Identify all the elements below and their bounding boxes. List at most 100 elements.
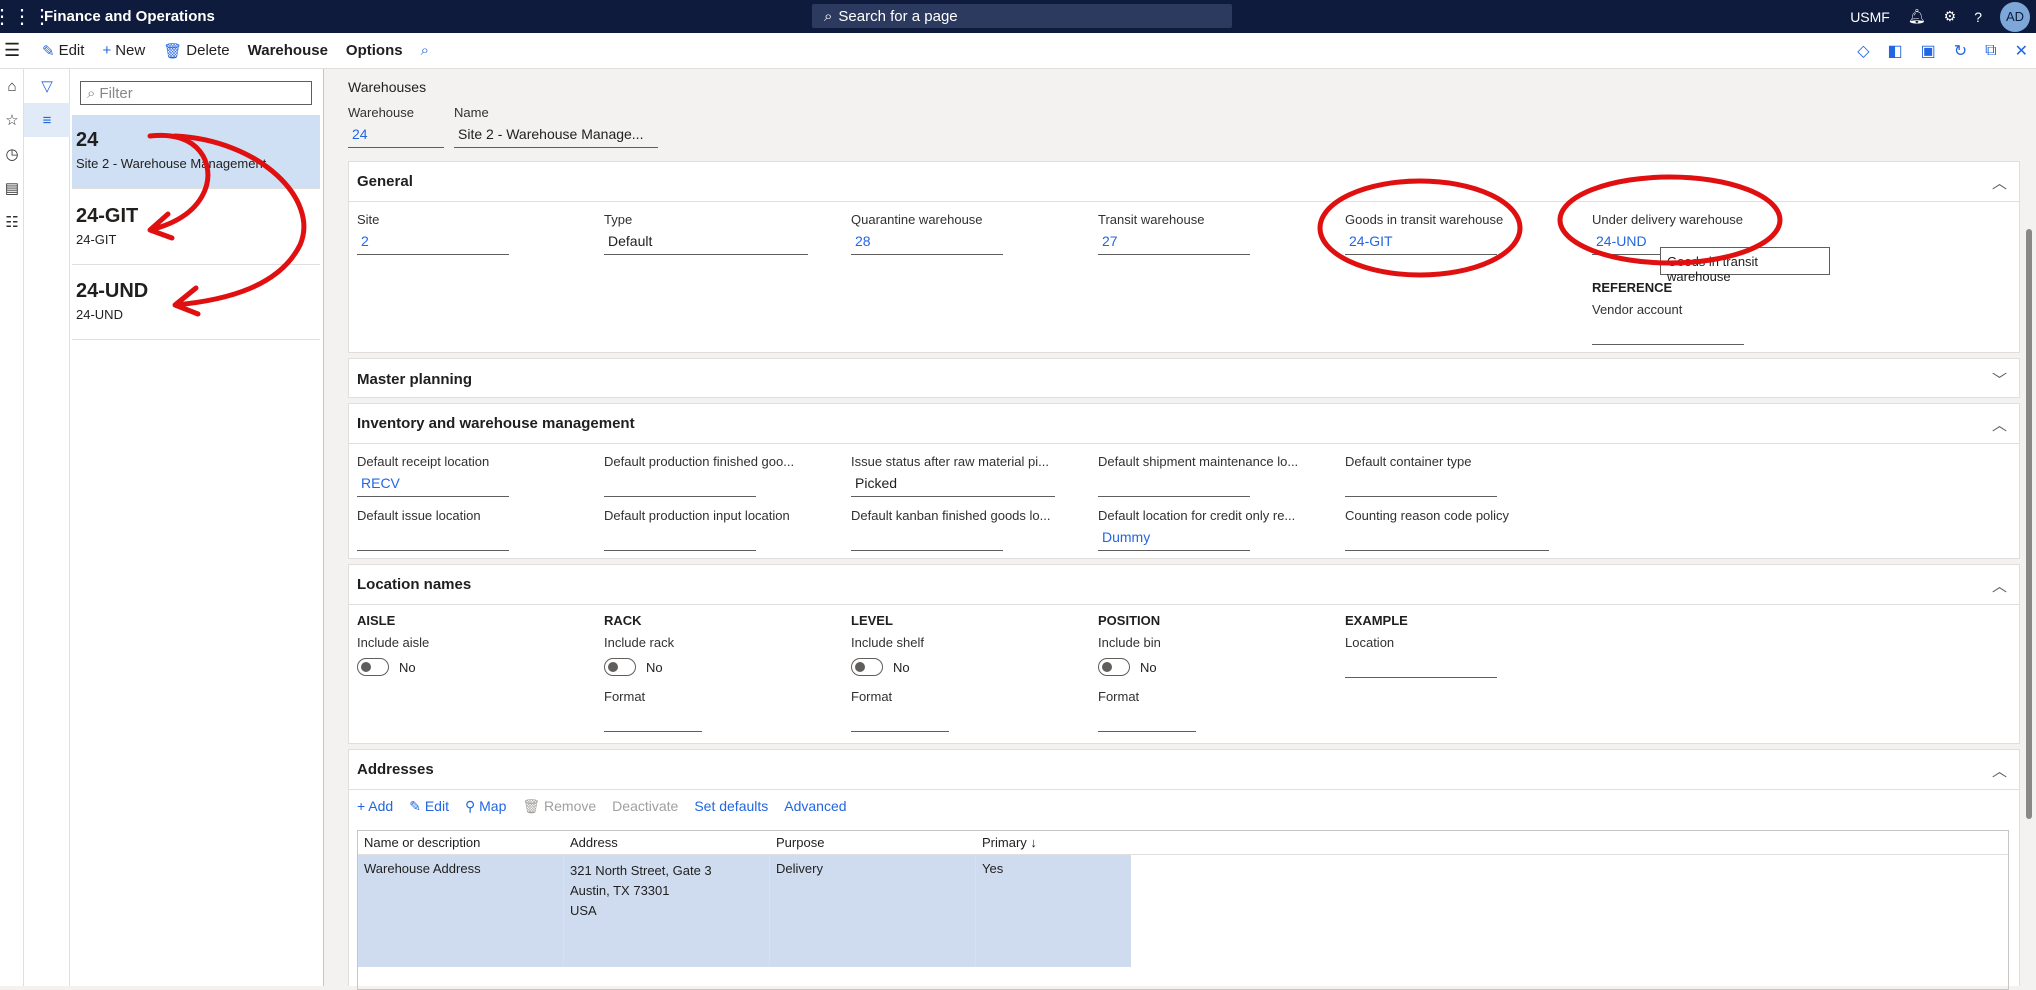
default-container-type-field: Default container type (1345, 454, 1497, 497)
nav-rail: ⌂ ☆ ◷ ▤ ☷ (0, 69, 24, 986)
transit-field: Transit warehouse 27 (1098, 212, 1250, 255)
refresh-icon[interactable]: ↻ (1954, 41, 1967, 61)
tooltip: Goods in transit warehouse (1660, 247, 1830, 284)
warehouse-field: Warehouse 24 (348, 105, 444, 148)
avatar[interactable]: AD (2000, 1, 2030, 32)
list-pane: ⌕ Filter 24 Site 2 - Warehouse Managemen… (70, 69, 324, 986)
chevron-down-icon[interactable]: ﹀ (1992, 369, 2007, 390)
hamburger-icon[interactable]: ☰ (4, 40, 30, 61)
include-aisle-toggle: Include aisle No (357, 635, 430, 676)
goods-in-transit-field: Goods in transit warehouse 24-GIT (1345, 212, 1503, 255)
addresses-grid: Name or description Address Purpose Prim… (357, 830, 2009, 990)
action-bar: ☰ ✎ Edit + New 🗑︎ Delete Warehouse Options … (0, 33, 2036, 69)
app-title: Finance and Operations (44, 8, 215, 25)
toggle-switch[interactable] (851, 658, 883, 676)
location-names-section: Location names ︿ AISLE Include aisle No … (348, 564, 2020, 744)
include-bin-toggle: Include bin No (1098, 635, 1161, 676)
chevron-up-icon[interactable]: ︿ (1992, 172, 2007, 193)
advanced-button[interactable]: Advanced (784, 798, 846, 815)
search-placeholder: Search for a page (838, 7, 958, 25)
section-header[interactable]: Location names (349, 565, 2019, 605)
chevron-up-icon[interactable]: ︿ (1992, 575, 2007, 596)
rack-group: RACK (604, 613, 642, 628)
gear-icon[interactable]: ⚙ (1944, 8, 1957, 25)
company-picker[interactable]: USMF (1850, 9, 1890, 25)
section-header[interactable]: General (349, 162, 2019, 202)
popout-icon[interactable]: ⧉ (1985, 42, 1996, 60)
set-defaults-button[interactable]: Set defaults (694, 798, 768, 815)
rack-format-field: Format (604, 689, 702, 732)
section-header[interactable]: Master planning (349, 359, 2019, 399)
filter-input[interactable]: ⌕ Filter (80, 81, 312, 105)
clock-icon[interactable]: ◷ (0, 137, 24, 171)
addresses-toolbar: + Add ✎ Edit ⚲ Map 🗑︎ Remove Deactivate … (357, 798, 847, 815)
options-tab[interactable]: Options (346, 42, 403, 59)
aisle-group: AISLE (357, 613, 396, 628)
default-kanban-field: Default kanban finished goods lo... (851, 508, 1050, 551)
addresses-section: Addresses ︿ + Add ✎ Edit ⚲ Map 🗑︎ Remove… (348, 749, 2020, 990)
example-location-field: Location (1345, 635, 1497, 678)
close-icon[interactable]: ✕ (2015, 41, 2028, 61)
master-planning-section: Master planning ﹀ (348, 358, 2020, 398)
app-launcher-icon[interactable]: ⋮⋮⋮ (0, 0, 52, 33)
search-icon: ⌕ (824, 7, 833, 25)
pencil-icon: ✎ (42, 42, 55, 60)
list-icon[interactable]: ☷ (0, 205, 24, 239)
list-view-icon[interactable]: ≡ (24, 103, 70, 137)
section-header[interactable]: Addresses (349, 750, 2019, 790)
star-icon[interactable]: ☆ (0, 103, 24, 137)
search-box[interactable]: ⌕ Search for a page (812, 4, 1232, 28)
map-button[interactable]: ⚲ Map (465, 798, 506, 815)
warehouse-tab[interactable]: Warehouse (248, 42, 328, 59)
chevron-up-icon[interactable]: ︿ (1992, 760, 2007, 781)
workspace-icon[interactable]: ▤ (0, 171, 24, 205)
toggle-switch[interactable] (1098, 658, 1130, 676)
table-row[interactable]: Warehouse Address 321 North Street, Gate… (358, 855, 1131, 967)
help-icon[interactable]: ? (1974, 9, 1982, 25)
deactivate-button[interactable]: Deactivate (612, 798, 678, 815)
quarantine-field: Quarantine warehouse 28 (851, 212, 1003, 255)
top-bar: ⋮⋮⋮ Finance and Operations ⌕ Search for … (0, 0, 2036, 33)
remove-button[interactable]: 🗑︎ Remove (522, 798, 596, 815)
diamond-icon[interactable]: ◇ (1857, 41, 1869, 61)
example-group: EXAMPLE (1345, 613, 1408, 628)
level-group: LEVEL (851, 613, 893, 628)
new-button[interactable]: + New (102, 42, 145, 59)
action-search-icon[interactable]: ⌕ (421, 42, 429, 59)
col-purpose[interactable]: Purpose (770, 835, 976, 850)
grid-header: Name or description Address Purpose Prim… (358, 831, 2008, 855)
office-icon[interactable]: ◧ (1888, 41, 1903, 61)
counting-reason-code-field: Counting reason code policy (1345, 508, 1549, 551)
notification-icon[interactable]: ▣ (1921, 41, 1936, 61)
reference-group: REFERENCE (1592, 280, 1673, 295)
page-caption: Warehouses (348, 79, 427, 95)
edit-address-button[interactable]: ✎ Edit (409, 798, 449, 815)
default-issue-location-field: Default issue location (357, 508, 509, 551)
edit-button[interactable]: ✎ Edit (42, 42, 84, 60)
filter-icon[interactable]: ▽ (24, 69, 70, 103)
col-primary[interactable]: Primary ↓ (976, 835, 1131, 850)
vendor-account-field: Vendor account (1592, 302, 1744, 345)
list-item[interactable]: 24 Site 2 - Warehouse Management (72, 115, 320, 189)
inventory-section: Inventory and warehouse management ︿ Def… (348, 403, 2020, 559)
filter-search-icon: ⌕ (87, 84, 96, 102)
chevron-up-icon[interactable]: ︿ (1992, 414, 2007, 435)
col-address[interactable]: Address (564, 835, 770, 850)
toggle-switch[interactable] (357, 658, 389, 676)
list-rail: ▽ ≡ (24, 69, 70, 986)
main-content: Warehouses Warehouse 24 Name Site 2 - Wa… (324, 69, 2036, 990)
scrollbar[interactable] (2026, 229, 2032, 819)
position-group: POSITION (1098, 613, 1161, 628)
section-header[interactable]: Inventory and warehouse management (349, 404, 2019, 444)
list-item[interactable]: 24-GIT 24-GIT (72, 191, 320, 265)
include-shelf-toggle: Include shelf No (851, 635, 924, 676)
col-name[interactable]: Name or description (358, 835, 564, 850)
bell-icon[interactable]: 🔔︎ (1908, 8, 1926, 25)
name-field: Name Site 2 - Warehouse Manage... (454, 105, 658, 148)
type-field: Type Default (604, 212, 808, 255)
home-icon[interactable]: ⌂ (0, 69, 24, 103)
toggle-switch[interactable] (604, 658, 636, 676)
delete-button[interactable]: 🗑︎ Delete (163, 42, 229, 60)
add-address-button[interactable]: + Add (357, 798, 393, 815)
list-item[interactable]: 24-UND 24-UND (72, 266, 320, 340)
